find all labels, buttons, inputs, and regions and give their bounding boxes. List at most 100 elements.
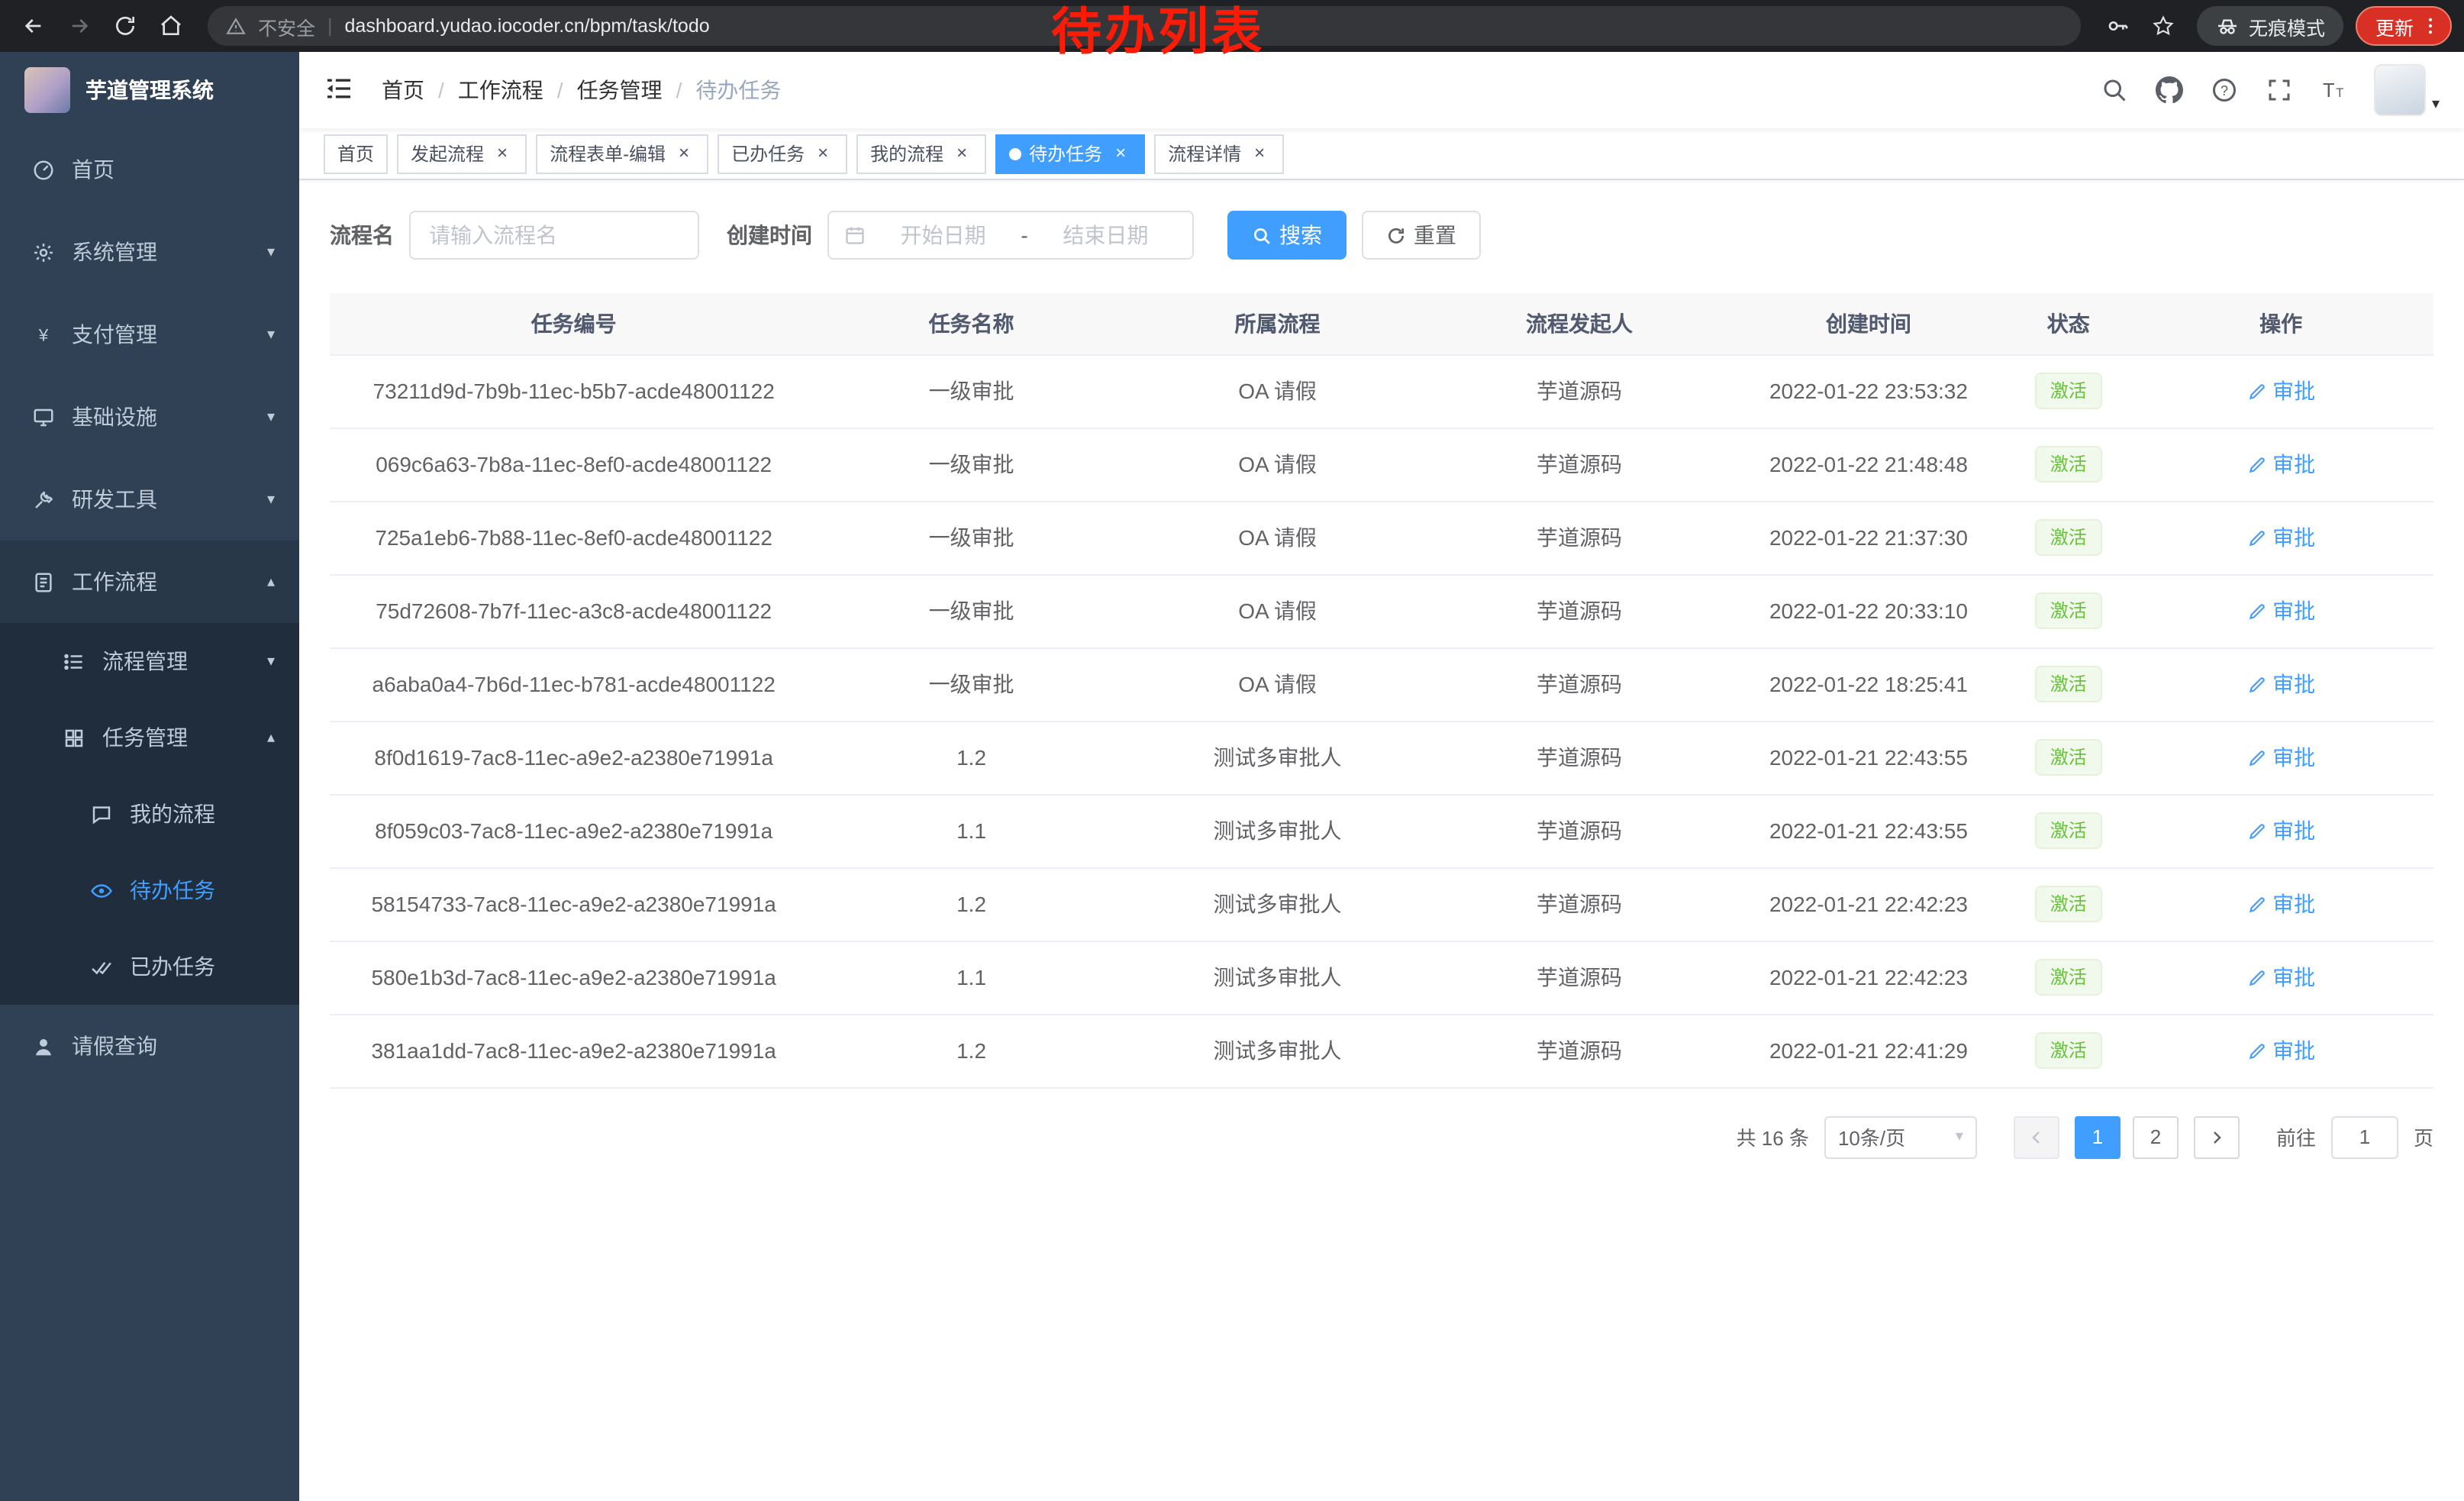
sidebar-item-payment[interactable]: ¥ 支付管理 xyxy=(0,293,299,376)
page-size-value: 10条/页 xyxy=(1838,1122,1905,1151)
browser-home-button[interactable] xyxy=(150,5,192,47)
sidebar-item-task-management[interactable]: 任务管理 xyxy=(0,699,299,776)
page-number-button[interactable]: 1 xyxy=(2075,1115,2121,1158)
sidebar-item-home[interactable]: 首页 xyxy=(0,128,299,211)
refresh-icon xyxy=(1386,225,1406,245)
approve-link[interactable]: 审批 xyxy=(2246,889,2315,919)
goto-page-input[interactable] xyxy=(2331,1115,2398,1158)
cell-task-id: 381aa1dd-7ac8-11ec-a9e2-a2380e71991a xyxy=(330,1014,818,1087)
search-icon[interactable] xyxy=(2099,75,2130,105)
sidebar-item-workflow[interactable]: 工作流程 xyxy=(0,541,299,623)
cell-actions: 审批 xyxy=(2128,941,2433,1014)
task-table-body: 73211d9d-7b9b-11ec-b5b7-acde48001122 一级审… xyxy=(330,354,2433,1087)
tab-item[interactable]: 流程表单-编辑 × xyxy=(536,134,708,173)
active-dot xyxy=(1009,147,1021,160)
sidebar-item-infrastructure[interactable]: 基础设施 xyxy=(0,376,299,458)
cell-actions: 审批 xyxy=(2128,428,2433,501)
approve-link[interactable]: 审批 xyxy=(2246,742,2315,773)
status-badge: 激活 xyxy=(2035,446,2102,483)
password-key-icon[interactable] xyxy=(2096,5,2139,47)
sidebar-item-process-management[interactable]: 流程管理 xyxy=(0,623,299,699)
tab-close-icon[interactable]: × xyxy=(812,143,834,164)
status-badge: 激活 xyxy=(2035,519,2102,556)
column-header-task-name: 任务名称 xyxy=(818,293,1124,354)
browser-back-button[interactable] xyxy=(12,5,55,47)
chevron-left-icon xyxy=(2027,1128,2046,1146)
date-range-picker[interactable]: 开始日期 - 结束日期 xyxy=(827,211,1194,260)
font-size-icon[interactable]: TT xyxy=(2319,75,2350,105)
sidebar-item-system[interactable]: 系统管理 xyxy=(0,211,299,293)
cell-task-name: 1.2 xyxy=(818,867,1124,941)
tab-close-icon[interactable]: × xyxy=(673,143,695,164)
sidebar-item-label: 研发工具 xyxy=(72,484,157,515)
cell-actions: 审批 xyxy=(2128,574,2433,647)
approve-link[interactable]: 审批 xyxy=(2246,1035,2315,1066)
approve-link[interactable]: 审批 xyxy=(2246,669,2315,699)
approve-link-label: 审批 xyxy=(2272,522,2315,553)
sidebar-item-devtools[interactable]: 研发工具 xyxy=(0,458,299,541)
sidebar-item-leave-query[interactable]: 请假查询 xyxy=(0,1005,299,1087)
breadcrumb-item-home[interactable]: 首页 xyxy=(382,75,424,105)
tab-close-icon[interactable]: × xyxy=(1110,143,1131,164)
prev-page-button[interactable] xyxy=(2014,1115,2059,1158)
browser-forward-button[interactable] xyxy=(58,5,101,47)
page-suffix-label: 页 xyxy=(2414,1122,2433,1151)
app-root: 不安全 | dashboard.yudao.iocoder.cn/bpm/tas… xyxy=(0,0,2464,1501)
monitor-icon xyxy=(31,405,55,429)
browser-reload-button[interactable] xyxy=(104,5,147,47)
tab-item[interactable]: 待办任务 × xyxy=(995,134,1145,173)
approve-link-label: 审批 xyxy=(2272,962,2315,993)
next-page-button[interactable] xyxy=(2194,1115,2240,1158)
breadcrumb-item-workflow[interactable]: 工作流程 xyxy=(458,75,543,105)
page-number-button[interactable]: 2 xyxy=(2133,1115,2179,1158)
cell-task-id: 580e1b3d-7ac8-11ec-a9e2-a2380e71991a xyxy=(330,941,818,1014)
edit-icon xyxy=(2246,674,2266,694)
bookmark-star-icon[interactable] xyxy=(2142,5,2185,47)
search-button[interactable]: 搜索 xyxy=(1227,211,1346,260)
cell-task-id: 8f0d1619-7ac8-11ec-a9e2-a2380e71991a xyxy=(330,721,818,794)
approve-link[interactable]: 审批 xyxy=(2246,596,2315,626)
sidebar-item-todo-tasks[interactable]: 待办任务 xyxy=(0,852,299,928)
process-name-label: 流程名 xyxy=(330,220,394,250)
fullscreen-icon[interactable] xyxy=(2264,75,2295,105)
tab-close-icon[interactable]: × xyxy=(951,143,972,164)
approve-link[interactable]: 审批 xyxy=(2246,376,2315,406)
tab-close-icon[interactable]: × xyxy=(492,143,513,164)
cell-task-id: 725a1eb6-7b88-11ec-8ef0-acde48001122 xyxy=(330,501,818,574)
user-avatar[interactable] xyxy=(2374,64,2440,116)
app-logo[interactable]: 芋道管理系统 xyxy=(0,52,299,128)
tab-item[interactable]: 流程详情 × xyxy=(1154,134,1284,173)
cell-created-time: 2022-01-21 22:41:29 xyxy=(1729,1014,2009,1087)
sidebar-toggle-button[interactable] xyxy=(324,73,357,107)
approve-link[interactable]: 审批 xyxy=(2246,522,2315,553)
tab-item[interactable]: 首页 xyxy=(324,134,388,173)
browser-update-button[interactable]: 更新 xyxy=(2356,6,2452,46)
tab-item[interactable]: 已办任务 × xyxy=(718,134,847,173)
help-icon[interactable]: ? xyxy=(2209,75,2240,105)
approve-link-label: 审批 xyxy=(2272,669,2315,699)
approve-link[interactable]: 审批 xyxy=(2246,815,2315,846)
tab-item[interactable]: 我的流程 × xyxy=(856,134,986,173)
page-size-select[interactable]: 10条/页 xyxy=(1824,1115,1977,1158)
approve-link[interactable]: 审批 xyxy=(2246,962,2315,993)
table-row: 725a1eb6-7b88-11ec-8ef0-acde48001122 一级审… xyxy=(330,501,2433,574)
cell-process: 测试多审批人 xyxy=(1125,867,1430,941)
reset-button[interactable]: 重置 xyxy=(1362,211,1481,260)
create-time-label: 创建时间 xyxy=(727,220,812,250)
status-badge: 激活 xyxy=(2035,592,2102,629)
sidebar-item-my-processes[interactable]: 我的流程 xyxy=(0,776,299,852)
content-area: 首页 / 工作流程 / 任务管理 / 待办任务 ? xyxy=(299,52,2464,1501)
tab-close-icon[interactable]: × xyxy=(1249,143,1270,164)
url-separator: | xyxy=(327,15,333,37)
approve-link[interactable]: 审批 xyxy=(2246,449,2315,479)
sidebar-item-done-tasks[interactable]: 已办任务 xyxy=(0,928,299,1005)
address-bar[interactable]: 不安全 | dashboard.yudao.iocoder.cn/bpm/tas… xyxy=(208,6,2081,46)
github-icon[interactable] xyxy=(2154,75,2185,105)
breadcrumb-item-task-management[interactable]: 任务管理 xyxy=(577,75,663,105)
process-name-input[interactable] xyxy=(409,211,699,260)
logo-avatar-image xyxy=(24,67,70,113)
svg-text:T: T xyxy=(2323,80,2335,102)
table-row: a6aba0a4-7b6d-11ec-b781-acde48001122 一级审… xyxy=(330,647,2433,721)
tab-item[interactable]: 发起流程 × xyxy=(397,134,527,173)
cell-process: OA 请假 xyxy=(1125,647,1430,721)
